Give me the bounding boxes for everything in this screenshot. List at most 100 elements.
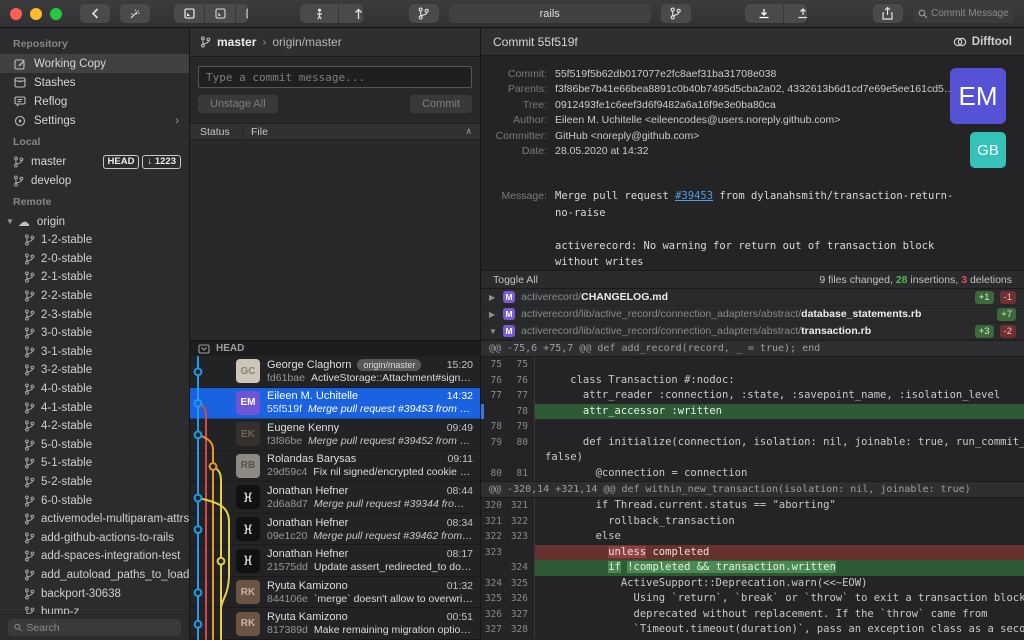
create-branch-icon[interactable] — [661, 4, 691, 23]
sidebar-remote-branch[interactable]: 5-2-stable — [0, 473, 189, 492]
sidebar-remote-branch[interactable]: 4-2-stable — [0, 417, 189, 436]
disclosure-triangle-icon[interactable]: ▼ — [6, 217, 14, 226]
commit-row[interactable]: GC George Claghorn origin/master 15:20 f… — [190, 356, 480, 388]
toggle-all-button[interactable]: Toggle All — [493, 274, 538, 286]
sidebar-remote-branch[interactable]: 3-1-stable — [0, 343, 189, 362]
sidebar-search-field[interactable] — [8, 619, 181, 636]
sidebar-item-stashes[interactable]: Stashes — [0, 73, 189, 92]
sidebar-item-settings[interactable]: Settings › — [0, 111, 189, 130]
sidebar-remote-branch[interactable]: 5-1-stable — [0, 454, 189, 473]
column-file[interactable]: File — [243, 126, 465, 138]
minimize-window-button[interactable] — [30, 8, 42, 20]
commit-row[interactable]: EM Eileen M. Uchitelle 14:32 55f519f Mer… — [190, 388, 480, 420]
close-window-button[interactable] — [10, 8, 22, 20]
sidebar-remote-branch[interactable]: 3-2-stable — [0, 361, 189, 380]
repo-title: rails — [540, 8, 560, 20]
zoom-window-button[interactable] — [50, 8, 62, 20]
sidebar-remote-branch[interactable]: 6-0-stable — [0, 491, 189, 510]
search-icon — [918, 9, 928, 19]
sidebar-remote-branch[interactable]: add_autoload_paths_to_load_… — [0, 566, 189, 585]
column-status[interactable]: Status — [190, 126, 243, 138]
commit-row[interactable]: }{ Jonathan Hefner 08:44 2d6a8d7 Merge p… — [190, 482, 480, 514]
file-row[interactable]: ▼ M activerecord/lib/active_record/conne… — [481, 323, 1024, 339]
sidebar-remote-branch[interactable]: 2-0-stable — [0, 250, 189, 269]
unstage-all-button[interactable]: Unstage All — [198, 95, 278, 113]
hunk-lines: 7575 7676 class Transaction #:nodoc: 777… — [481, 357, 1024, 481]
sidebar-remote-branch[interactable]: add-spaces-integration-test — [0, 547, 189, 566]
sidebar-remote-branch[interactable]: 2-2-stable — [0, 287, 189, 306]
commit-message-input[interactable] — [198, 66, 472, 88]
commit-row[interactable]: RK Ryuta Kamizono 00:51 817389d Make rem… — [190, 608, 480, 640]
sidebar-remote-origin[interactable]: ▼ ☁ origin — [0, 212, 189, 231]
old-line-number: 78 — [481, 419, 508, 435]
commit-message: Make remaining migration options to kwar… — [314, 624, 473, 636]
breadcrumb-separator: › — [262, 35, 266, 49]
diff-code — [535, 419, 1024, 435]
chevron-icon[interactable]: ▶ — [489, 293, 497, 302]
sidebar-remote-branch[interactable]: 5-0-stable — [0, 436, 189, 455]
share-icon[interactable] — [873, 4, 903, 23]
sidebar-item-reflog[interactable]: Reflog — [0, 92, 189, 111]
old-line-number — [481, 450, 508, 466]
sidebar-remote-branch[interactable]: 4-1-stable — [0, 398, 189, 417]
head-label: HEAD — [216, 343, 244, 354]
new-line-number: 80 — [508, 435, 535, 451]
difftool-button[interactable]: Difftool — [953, 36, 1012, 48]
sidebar-remote-branch[interactable]: 3-0-stable — [0, 324, 189, 343]
upstream-branch[interactable]: origin/master — [272, 35, 341, 49]
layout-left-panel-button[interactable] — [174, 4, 204, 23]
new-line-number: 328 — [508, 622, 535, 638]
branch-label: add_autoload_paths_to_load_… — [41, 569, 189, 581]
diff-code: deprecated without replacement. If the `… — [535, 607, 1024, 623]
chevron-icon[interactable]: ▶ — [489, 310, 497, 319]
branch-label: 4-1-stable — [41, 402, 92, 414]
layout-bottom-panel-button[interactable] — [205, 4, 235, 23]
merge-branch-icon[interactable] — [409, 4, 439, 23]
pull-icon[interactable] — [745, 4, 783, 23]
sidebar-remote-branch[interactable]: add-github-actions-to-rails — [0, 529, 189, 548]
commit-search-field[interactable] — [913, 4, 1014, 23]
sidebar-remote-branch[interactable]: 4-0-stable — [0, 380, 189, 399]
sidebar-branch-master[interactable]: master HEAD ↓ 1223 — [0, 152, 189, 171]
file-row[interactable]: ▶ M activerecord/CHANGELOG.md +1 -1 — [481, 289, 1024, 305]
sidebar-remote-branch[interactable]: 2-3-stable — [0, 305, 189, 324]
sidebar-remote-branch[interactable]: backport-30638 — [0, 584, 189, 603]
insertions-badge: +3 — [975, 325, 994, 338]
chevron-icon[interactable]: ▼ — [489, 327, 497, 336]
new-line-number — [508, 545, 535, 561]
commit-row[interactable]: }{ Jonathan Hefner 08:34 09e1c20 Merge p… — [190, 514, 480, 546]
commit-row[interactable]: EK Eugene Kenny 09:49 f3f86be Merge pull… — [190, 419, 480, 451]
current-branch[interactable]: master — [217, 35, 256, 49]
sidebar-remote-branch[interactable]: 1-2-stable — [0, 231, 189, 250]
commit-message: Merge pull request #39462 from jonathanh… — [313, 530, 473, 542]
push-icon[interactable] — [784, 4, 807, 23]
commit-search-input[interactable] — [931, 8, 1009, 19]
stage-person-icon[interactable] — [300, 4, 338, 23]
avatar: RK — [236, 580, 260, 604]
sidebar-remote-branch[interactable]: activemodel-multiparam-attrs — [0, 510, 189, 529]
back-button[interactable] — [80, 4, 110, 23]
commit-row[interactable]: }{ Jonathan Hefner 08:17 21575dd Update … — [190, 545, 480, 577]
sidebar-branch-develop[interactable]: develop — [0, 171, 189, 190]
commit-row[interactable]: RB Rolandas Barysas 09:11 29d59c4 Fix ni… — [190, 451, 480, 483]
new-line-number: 327 — [508, 607, 535, 623]
commit-row[interactable]: RK Ryuta Kamizono 01:32 844106e `merge` … — [190, 577, 480, 609]
sidebar-search-input[interactable] — [26, 622, 175, 634]
diff-line: 7575 — [481, 357, 1024, 373]
diff-line: 7676 class Transaction #:nodoc: — [481, 373, 1024, 389]
commit-compose-area: Unstage All Commit — [190, 57, 480, 113]
branch-label: 2-3-stable — [41, 309, 92, 321]
repo-title-field[interactable]: rails — [449, 4, 651, 23]
branch-label: 4-0-stable — [41, 383, 92, 395]
file-row[interactable]: ▶ M activerecord/lib/active_record/conne… — [481, 306, 1024, 322]
detail-title: Commit 55f519f — [493, 35, 578, 49]
quick-launch-icon[interactable] — [120, 4, 150, 23]
collapse-icon[interactable]: ∧ — [465, 126, 480, 137]
layout-right-panel-button[interactable] — [236, 4, 248, 23]
sidebar-item-working-copy[interactable]: Working Copy — [0, 54, 189, 73]
detail-label: Committer: — [481, 130, 547, 142]
unstage-arrow-up-icon[interactable] — [339, 4, 362, 23]
sidebar-remote-branch[interactable]: 2-1-stable — [0, 268, 189, 287]
detail-row: Tree: 0912493fe1c6eef3d6f9482a6a16f9e3e0… — [481, 97, 1024, 113]
commit-button[interactable]: Commit — [410, 95, 472, 113]
